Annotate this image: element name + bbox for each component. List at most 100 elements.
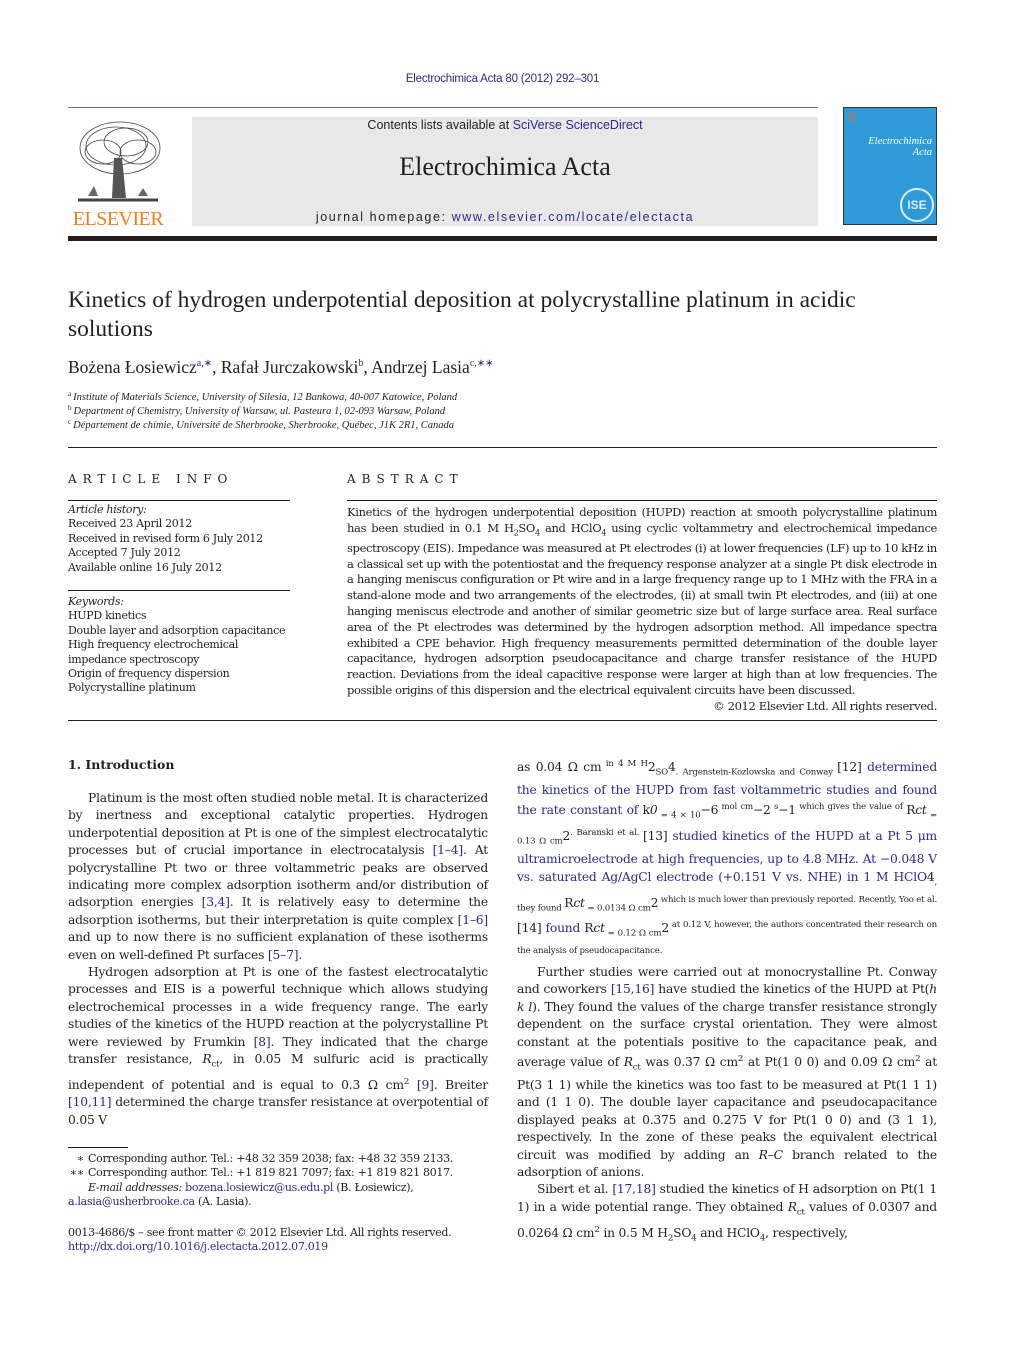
author-marks[interactable]: c,∗∗ xyxy=(470,358,494,369)
symbol: ct xyxy=(593,921,605,936)
doi-link[interactable]: http://dx.doi.org/10.1016/j.electacta.20… xyxy=(68,1240,328,1253)
text: −1 xyxy=(778,803,796,818)
footnote-text: Corresponding author. Tel.: +48 32 359 2… xyxy=(88,1152,453,1165)
affiliation-text: Département de chimie, Université de She… xyxy=(73,420,455,431)
text: SO xyxy=(673,1225,692,1240)
author-marks[interactable]: a,∗ xyxy=(197,358,212,369)
paragraph: Hydrogen adsorption at Pt is one of the … xyxy=(68,964,488,1129)
journal-name: Electrochimica Acta xyxy=(399,152,611,181)
sciencedirect-link[interactable]: SciVerse ScienceDirect xyxy=(513,118,643,132)
publisher-badge-icon xyxy=(848,112,856,122)
symbol: R xyxy=(623,1055,633,1070)
text xyxy=(409,1078,417,1092)
text: at Pt(3 1 1) while the kinetics was too … xyxy=(517,1055,937,1162)
footnote-emails-cont: a.lasia@usherbrooke.ca (A. Lasia). xyxy=(68,1195,498,1209)
text: [13] xyxy=(643,829,668,844)
section-rule xyxy=(68,447,937,448)
abstract-body: Kinetics of the hydrogen underpotential … xyxy=(347,505,937,715)
footnote-mark: ∗∗ xyxy=(69,1166,85,1180)
contents-line: Contents lists available at SciVerse Sci… xyxy=(192,118,818,132)
affiliation-text: Department of Chemistry, University of W… xyxy=(73,406,446,417)
journal-cover-thumbnail[interactable]: Electrochimica Acta ISE xyxy=(843,107,937,225)
email-link[interactable]: bozena.losiewicz@us.edu.pl xyxy=(185,1181,333,1194)
text: 4 xyxy=(668,760,676,775)
citation-link[interactable]: [17,18] xyxy=(612,1182,656,1196)
text: 2 xyxy=(562,829,571,844)
body-column-left: Platinum is the most often studied noble… xyxy=(68,790,488,1129)
text: Platinum is the most often studied noble… xyxy=(68,791,488,858)
homepage-link[interactable]: www.elsevier.com/locate/electacta xyxy=(452,210,694,224)
citation-link[interactable]: found xyxy=(541,922,584,936)
cover-title: Electrochimica Acta xyxy=(848,136,932,158)
text: −2 xyxy=(752,803,771,818)
footnote-corresponding-1: ∗ Corresponding author. Tel.: +48 32 359 … xyxy=(68,1152,498,1166)
superscript: which is much lower than previously repo… xyxy=(658,894,937,905)
abstract-copyright: © 2012 Elsevier Ltd. All rights reserved… xyxy=(713,698,937,713)
text: [14] xyxy=(517,921,542,936)
keywords-rule xyxy=(68,590,290,591)
text: R xyxy=(564,895,574,910)
journal-reference[interactable]: Electrochimica Acta 80 (2012) 292–301 xyxy=(0,73,1005,85)
citation-link[interactable]: [9] xyxy=(417,1078,434,1092)
abstract-text-segment: using cyclic voltammetry and electrochem… xyxy=(347,520,937,698)
keyword: Double layer and adsorption capacitance xyxy=(68,623,286,637)
text: at Pt(1 0 0) and 0.09 Ω cm xyxy=(743,1055,916,1070)
ise-globe-icon: ISE xyxy=(900,188,934,222)
history-label: Article history: xyxy=(68,503,147,516)
elsevier-wordmark: ELSEVIER xyxy=(72,208,164,230)
front-matter: 0013-4686/$ – see front matter © 2012 El… xyxy=(68,1226,498,1255)
keywords: Keywords: HUPD kinetics Double layer and… xyxy=(68,595,308,696)
author-name: Andrzej Lasia xyxy=(371,357,470,377)
text: have studied the kinetics of the HUPD at… xyxy=(654,982,930,997)
text: . xyxy=(298,947,303,962)
affiliation-text: Institute of Materials Science, Universi… xyxy=(73,392,458,403)
superscript: . Baranski et al. xyxy=(570,828,643,839)
text: determined the charge transfer resistanc… xyxy=(68,1095,488,1127)
section-rule xyxy=(68,720,937,721)
subscript: ct xyxy=(632,1062,641,1073)
subscript: = 0.12 Ω cm xyxy=(604,929,662,940)
text: and HClO xyxy=(696,1225,760,1240)
abstract-heading: ABSTRACT xyxy=(347,472,464,486)
affiliation: a Institute of Materials Science, Univers… xyxy=(68,390,457,403)
citation-link[interactable]: [5–7] xyxy=(268,948,299,962)
history-item: Received in revised form 6 July 2012 xyxy=(68,531,263,545)
citation-link[interactable]: [1–6] xyxy=(458,913,489,927)
citation-link[interactable]: [15,16] xyxy=(611,982,655,996)
introduction-heading: 1. Introduction xyxy=(68,757,175,772)
contents-prefix: Contents lists available at xyxy=(367,118,513,132)
citation-link[interactable]: [3,4] xyxy=(202,895,230,909)
article-history: Article history: Received 23 April 2012 … xyxy=(68,503,308,575)
text: k xyxy=(642,803,650,818)
keyword: Origin of frequency dispersion xyxy=(68,667,230,681)
email-link[interactable]: a.lasia@usherbrooke.ca xyxy=(68,1195,195,1208)
masthead-rule xyxy=(68,236,937,241)
text: in 0.5 M H xyxy=(599,1225,668,1240)
text: as 0.04 Ω cm xyxy=(517,760,602,775)
author-marks[interactable]: b xyxy=(358,358,363,369)
text: −6 xyxy=(700,803,719,818)
citation-link[interactable]: [10,11] xyxy=(68,1095,112,1109)
citation-link[interactable]: [8] xyxy=(254,1035,271,1049)
cover-title-line1: Electrochimica xyxy=(868,136,932,147)
footnote-text: Corresponding author. Tel.: +1 819 821 7… xyxy=(88,1166,453,1180)
email-owner: (B. Łosiewicz), xyxy=(333,1180,414,1194)
email-label: E-mail addresses: xyxy=(88,1180,182,1194)
paragraph: Platinum is the most often studied noble… xyxy=(68,790,488,964)
article-title: Kinetics of hydrogen underpotential depo… xyxy=(68,287,856,342)
email-owner: (A. Lasia). xyxy=(194,1195,252,1209)
footnote-corresponding-2: ∗∗ Corresponding author. Tel.: +1 819 821… xyxy=(68,1166,498,1180)
citation-link[interactable]: [1–4] xyxy=(433,843,464,857)
text: 2 xyxy=(661,921,669,936)
affiliation-mark: c xyxy=(68,418,72,426)
text: R xyxy=(906,803,916,818)
text: [12] xyxy=(837,760,862,775)
keywords-label: Keywords: xyxy=(68,595,124,608)
keyword: HUPD kinetics xyxy=(68,609,147,623)
keyword: High frequency electrochemical impedance… xyxy=(68,638,239,666)
history-item: Received 23 April 2012 xyxy=(68,517,192,531)
abstract-rule xyxy=(347,500,937,501)
text: . Breiter xyxy=(433,1078,488,1093)
affiliation-mark: b xyxy=(68,404,72,412)
text: Sibert et al. xyxy=(537,1182,613,1197)
